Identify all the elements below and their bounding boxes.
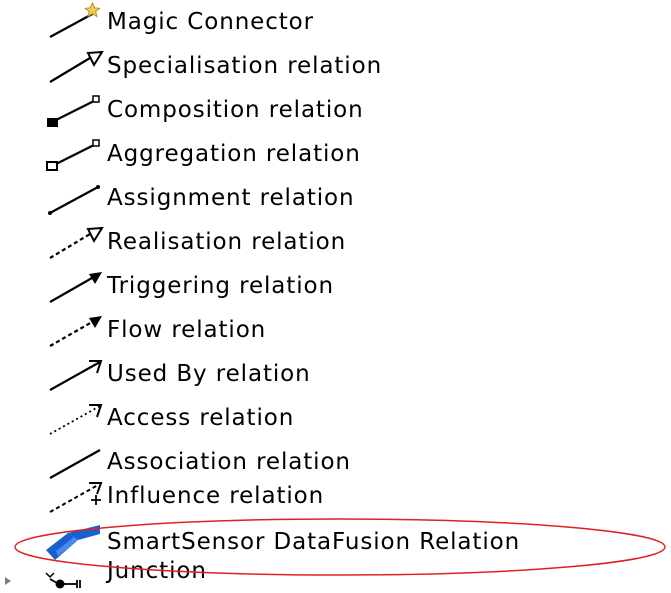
access-icon <box>44 396 106 440</box>
specialisation-icon <box>44 44 106 88</box>
junction-icon <box>44 549 106 593</box>
palette-item-assignment-relation[interactable]: Assignment relation <box>0 176 671 220</box>
palette-item-composition-relation[interactable]: Composition relation <box>0 88 671 132</box>
magic-connector-icon <box>44 0 106 44</box>
palette-item-label: Realisation relation <box>107 229 347 255</box>
palette-item-label: Flow relation <box>107 317 267 343</box>
palette-item-aggregation-relation[interactable]: Aggregation relation <box>0 132 671 176</box>
palette-item-realisation-relation[interactable]: Realisation relation <box>0 220 671 264</box>
triggering-icon <box>44 264 106 308</box>
palette-item-label: Specialisation relation <box>107 53 383 79</box>
assignment-icon <box>44 176 106 220</box>
flow-icon <box>44 308 106 352</box>
relations-palette: Magic Connector Specialisation relation … <box>0 0 671 593</box>
palette-item-label: Assignment relation <box>107 185 355 211</box>
palette-item-label: Magic Connector <box>107 9 315 35</box>
realisation-icon <box>44 220 106 264</box>
palette-item-specialisation-relation[interactable]: Specialisation relation <box>0 44 671 88</box>
palette-item-access-relation[interactable]: Access relation <box>0 396 671 440</box>
palette-item-used-by-relation[interactable]: Used By relation <box>0 352 671 396</box>
palette-item-label: Access relation <box>107 405 295 431</box>
palette-item-flow-relation[interactable]: Flow relation <box>0 308 671 352</box>
palette-item-influence-relation[interactable]: Influence relation <box>0 474 671 518</box>
palette-item-triggering-relation[interactable]: Triggering relation <box>0 264 671 308</box>
palette-item-magic-connector[interactable]: Magic Connector <box>0 0 671 44</box>
palette-item-label: Used By relation <box>107 361 311 387</box>
composition-icon <box>44 88 106 132</box>
aggregation-icon <box>44 132 106 176</box>
palette-item-junction[interactable]: Junction <box>0 549 671 593</box>
palette-item-label: Composition relation <box>107 97 364 123</box>
palette-item-label: Aggregation relation <box>107 141 361 167</box>
palette-item-label: Influence relation <box>107 483 325 509</box>
palette-item-label: Triggering relation <box>107 273 334 299</box>
used-by-icon <box>44 352 106 396</box>
palette-item-label: Junction <box>107 558 207 584</box>
influence-icon <box>44 474 106 518</box>
expand-arrow-icon[interactable] <box>2 572 14 590</box>
